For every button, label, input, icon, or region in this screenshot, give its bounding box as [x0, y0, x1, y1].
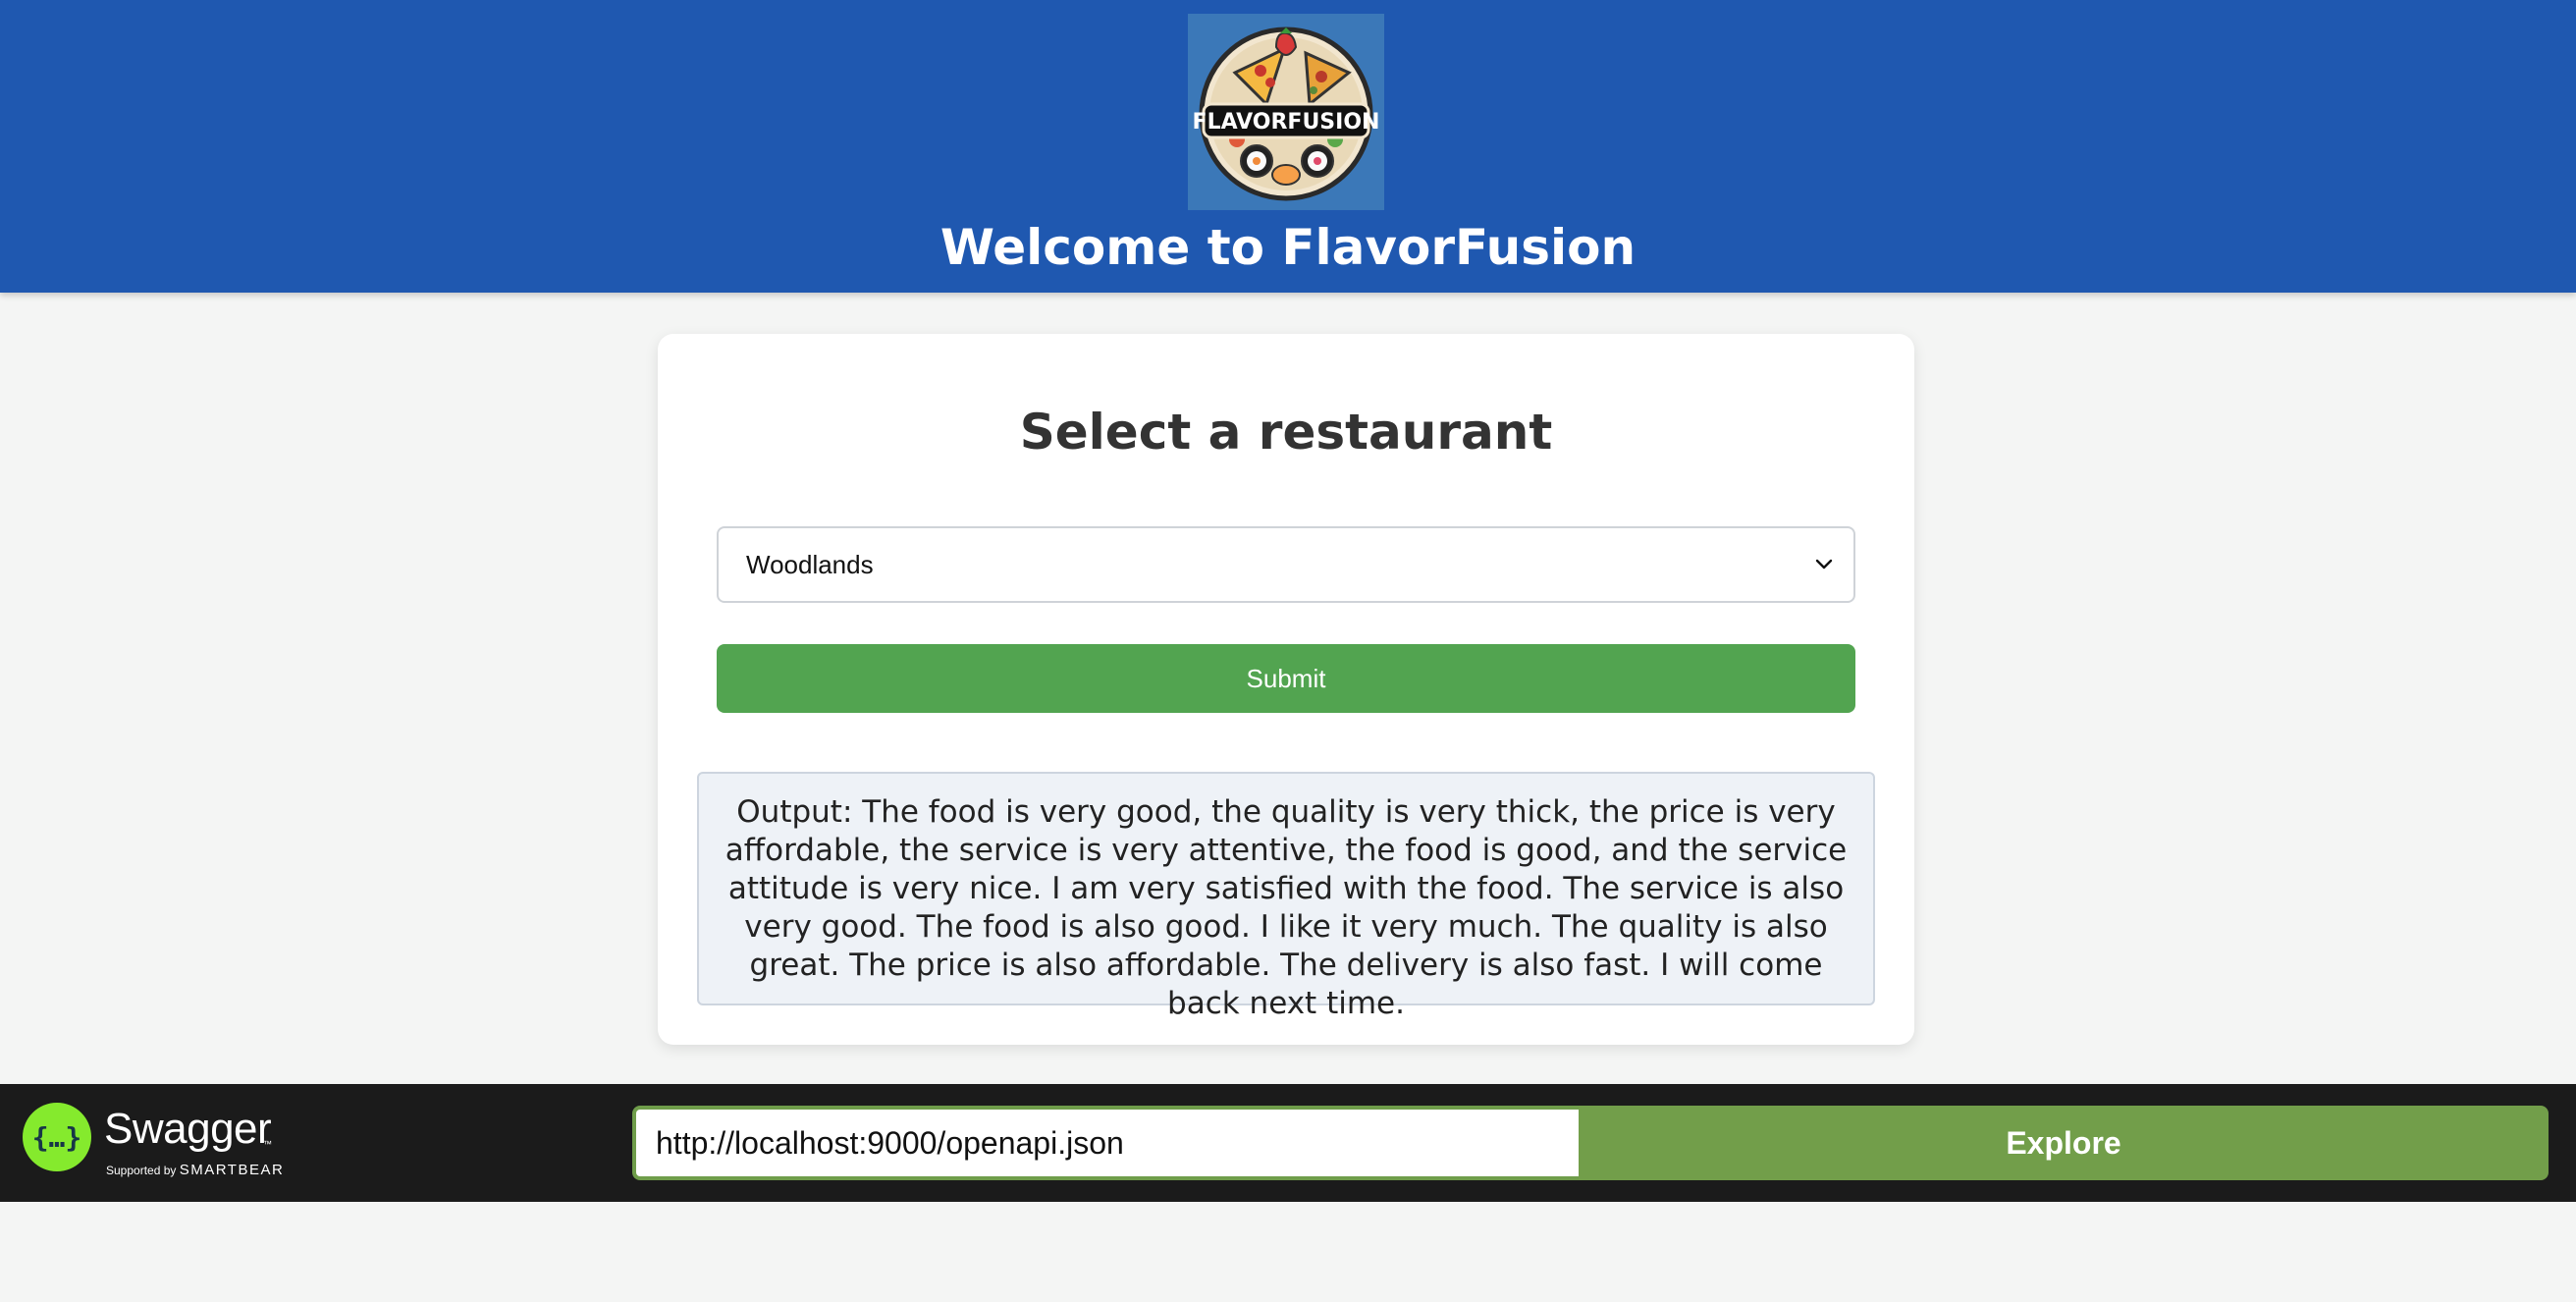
- openapi-url-input[interactable]: [632, 1106, 1579, 1180]
- output-box: Output: The food is very good, the quali…: [697, 772, 1875, 1021]
- submit-button[interactable]: Submit: [717, 644, 1855, 713]
- swagger-bar: {…} Swagger ™ Supported by SMARTBEAR Exp…: [0, 1084, 2576, 1202]
- restaurant-form-card: Select a restaurant Woodlands Submit Out…: [658, 334, 1914, 1045]
- swagger-trademark: ™: [263, 1139, 272, 1149]
- explore-button[interactable]: Explore: [1579, 1106, 2549, 1180]
- page-header: FLAVORFUSION Welcome to FlavorFusion: [0, 0, 2576, 293]
- supported-by-text: Supported by: [106, 1164, 177, 1177]
- flavorfusion-logo-graphic: FLAVORFUSION: [1188, 14, 1384, 210]
- logo-text: FLAVORFUSION: [1193, 110, 1380, 135]
- swagger-logo-icon: {…}: [23, 1103, 91, 1171]
- swagger-brand: Swagger: [104, 1105, 272, 1153]
- svg-text:{…}: {…}: [32, 1121, 82, 1154]
- page-title: Welcome to FlavorFusion: [939, 219, 1637, 276]
- swagger-supported-by: Supported by SMARTBEAR: [106, 1163, 284, 1178]
- restaurant-select-value: Woodlands: [746, 550, 874, 579]
- restaurant-select[interactable]: Woodlands: [717, 526, 1855, 603]
- smartbear-text: SMARTBEAR: [179, 1162, 285, 1178]
- flavorfusion-logo: FLAVORFUSION: [1188, 14, 1384, 210]
- form-heading: Select a restaurant: [1019, 404, 1553, 461]
- chevron-down-icon: [1815, 559, 1833, 570]
